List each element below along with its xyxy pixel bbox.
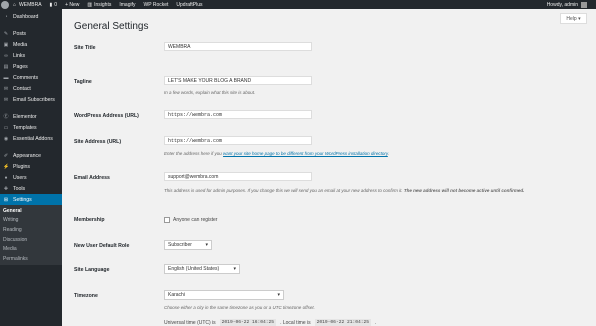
email-description: This address is used for admin purposes.… xyxy=(164,188,525,193)
site-language-label: Site Language xyxy=(74,267,110,273)
addons-icon: ◉ xyxy=(3,135,9,142)
folder-icon: ▭ xyxy=(3,124,9,131)
sidebar-item-users[interactable]: ● Users xyxy=(0,172,62,183)
settings-submenu: General Writing Reading Discussion Media… xyxy=(0,205,62,265)
chevron-down-icon: ▾ xyxy=(205,242,208,248)
site-address-help-link[interactable]: want your site home page to be different… xyxy=(223,151,388,156)
sidebar-item-plugins[interactable]: ⚡ Plugins xyxy=(0,161,62,172)
comment-icon: ▬ xyxy=(3,74,9,81)
help-tab-button[interactable]: Help ▾ xyxy=(560,13,587,24)
wp-address-label: WordPress Address (URL) xyxy=(74,113,139,119)
site-address-description: Enter the address here if you want your … xyxy=(164,151,390,156)
tagline-label: Tagline xyxy=(74,79,92,85)
admin-bar-updraftplus[interactable]: UpdraftPlus xyxy=(172,0,206,9)
timezone-description: Choose either a city in the same timezon… xyxy=(164,305,315,310)
mail-icon: ✉ xyxy=(3,85,9,92)
main-content: Help ▾ General Settings Site Title WEMBR… xyxy=(62,9,596,326)
sidebar-item-templates[interactable]: ▭ Templates xyxy=(0,122,62,133)
page-icon: ▤ xyxy=(3,63,9,70)
admin-bar: ⌂ WEMBRA ▮ 0 + New ▥ Insights Imagify WP… xyxy=(0,0,596,9)
wp-address-input[interactable]: https://wembra.com xyxy=(164,110,312,119)
wordpress-logo-icon[interactable] xyxy=(1,0,9,9)
tagline-description: In a few words, explain what this site i… xyxy=(164,90,256,95)
site-address-label: Site Address (URL) xyxy=(74,139,122,145)
time-readout: Universal time (UTC) is 2019-06-22 16:04… xyxy=(164,319,377,326)
submenu-item-general[interactable]: General xyxy=(0,206,62,216)
media-icon: ▣ xyxy=(3,41,9,48)
admin-bar-new[interactable]: + New xyxy=(61,0,83,9)
email-input[interactable]: support@wembra.com xyxy=(164,172,312,181)
admin-bar-account[interactable]: Howdy, admin xyxy=(543,0,596,9)
sidebar-item-tools[interactable]: ✚ Tools xyxy=(0,183,62,194)
admin-bar-comments[interactable]: ▮ 0 xyxy=(46,0,62,9)
membership-checkbox-label[interactable]: Anyone can register xyxy=(173,217,217,223)
sidebar-item-dashboard[interactable]: ◔ Dashboard xyxy=(0,11,62,22)
sidebar-item-essential-addons[interactable]: ◉ Essential Addons xyxy=(0,133,62,144)
site-title-input[interactable]: WEMBRA xyxy=(164,42,312,51)
sidebar-item-email-subscribers[interactable]: ✉ Email Subscribers xyxy=(0,94,62,105)
link-icon: ∞ xyxy=(4,52,8,59)
site-language-select[interactable]: English (United States) ▾ xyxy=(164,264,240,274)
timezone-select[interactable]: Karachi ▾ xyxy=(164,290,284,300)
submenu-item-media[interactable]: Media xyxy=(0,244,62,254)
sidebar-item-links[interactable]: ∞ Links xyxy=(0,50,62,61)
sidebar-item-settings[interactable]: ⊞ Settings xyxy=(0,194,62,205)
plugin-icon: ⚡ xyxy=(3,163,10,170)
chart-bars-icon: ▥ xyxy=(87,1,93,8)
comments-count: 0 xyxy=(54,1,58,8)
sidebar-item-media[interactable]: ▣ Media xyxy=(0,39,62,50)
chevron-down-icon: ▾ xyxy=(233,266,236,272)
submenu-item-writing[interactable]: Writing xyxy=(0,216,62,226)
local-time: 2019-06-22 21:04:25 xyxy=(314,319,372,326)
submenu-item-discussion[interactable]: Discussion xyxy=(0,235,62,245)
tagline-input[interactable]: LET'S MAKE YOUR BLOG A BRAND xyxy=(164,76,312,85)
howdy-label: Howdy, admin xyxy=(546,1,578,8)
user-icon: ● xyxy=(4,174,8,181)
avatar xyxy=(581,1,587,8)
membership-label: Membership xyxy=(74,217,105,223)
pin-icon: ✎ xyxy=(3,30,9,37)
brush-icon: ✐ xyxy=(3,152,9,159)
insights-label: Insights xyxy=(94,1,112,8)
comment-bubble-icon: ▮ xyxy=(49,1,53,8)
wrench-icon: ✚ xyxy=(3,185,9,192)
settings-icon: ⊞ xyxy=(3,196,9,203)
membership-checkbox[interactable] xyxy=(164,217,170,223)
site-title-label: Site Title xyxy=(74,45,96,51)
admin-bar-insights[interactable]: ▥ Insights xyxy=(83,0,115,9)
admin-sidebar: ◔ Dashboard ✎ Posts ▣ Media ∞ Links ▤ Pages ▬… xyxy=(0,9,62,326)
mail-icon: ✉ xyxy=(3,96,9,103)
site-address-input[interactable]: https://wembra.com xyxy=(164,136,312,145)
submenu-item-permalinks[interactable]: Permalinks xyxy=(0,254,62,264)
admin-bar-wp-rocket[interactable]: WP Rocket xyxy=(139,0,172,9)
site-name-label: WEMBRA xyxy=(19,1,42,8)
sidebar-item-elementor[interactable]: Ⓔ Elementor xyxy=(0,111,62,122)
default-role-select[interactable]: Subscriber ▾ xyxy=(164,240,212,250)
admin-bar-imagify[interactable]: Imagify xyxy=(115,0,139,9)
admin-bar-site-name[interactable]: ⌂ WEMBRA xyxy=(9,0,46,9)
sidebar-item-contact[interactable]: ✉ Contact xyxy=(0,83,62,94)
default-role-label: New User Default Role xyxy=(74,243,130,249)
page-title: General Settings xyxy=(74,21,149,32)
sidebar-item-appearance[interactable]: ✐ Appearance xyxy=(0,150,62,161)
submenu-item-reading[interactable]: Reading xyxy=(0,225,62,235)
timezone-label: Timezone xyxy=(74,293,98,299)
sidebar-item-comments[interactable]: ▬ Comments xyxy=(0,72,62,83)
utc-time: 2019-06-22 16:04:25 xyxy=(219,319,277,326)
chevron-down-icon: ▾ xyxy=(277,292,280,298)
sidebar-item-posts[interactable]: ✎ Posts xyxy=(0,28,62,39)
home-icon: ⌂ xyxy=(13,1,17,8)
dashboard-icon: ◔ xyxy=(4,13,8,20)
elementor-icon: Ⓔ xyxy=(3,114,9,120)
sidebar-item-pages[interactable]: ▤ Pages xyxy=(0,61,62,72)
email-label: Email Address xyxy=(74,175,110,181)
